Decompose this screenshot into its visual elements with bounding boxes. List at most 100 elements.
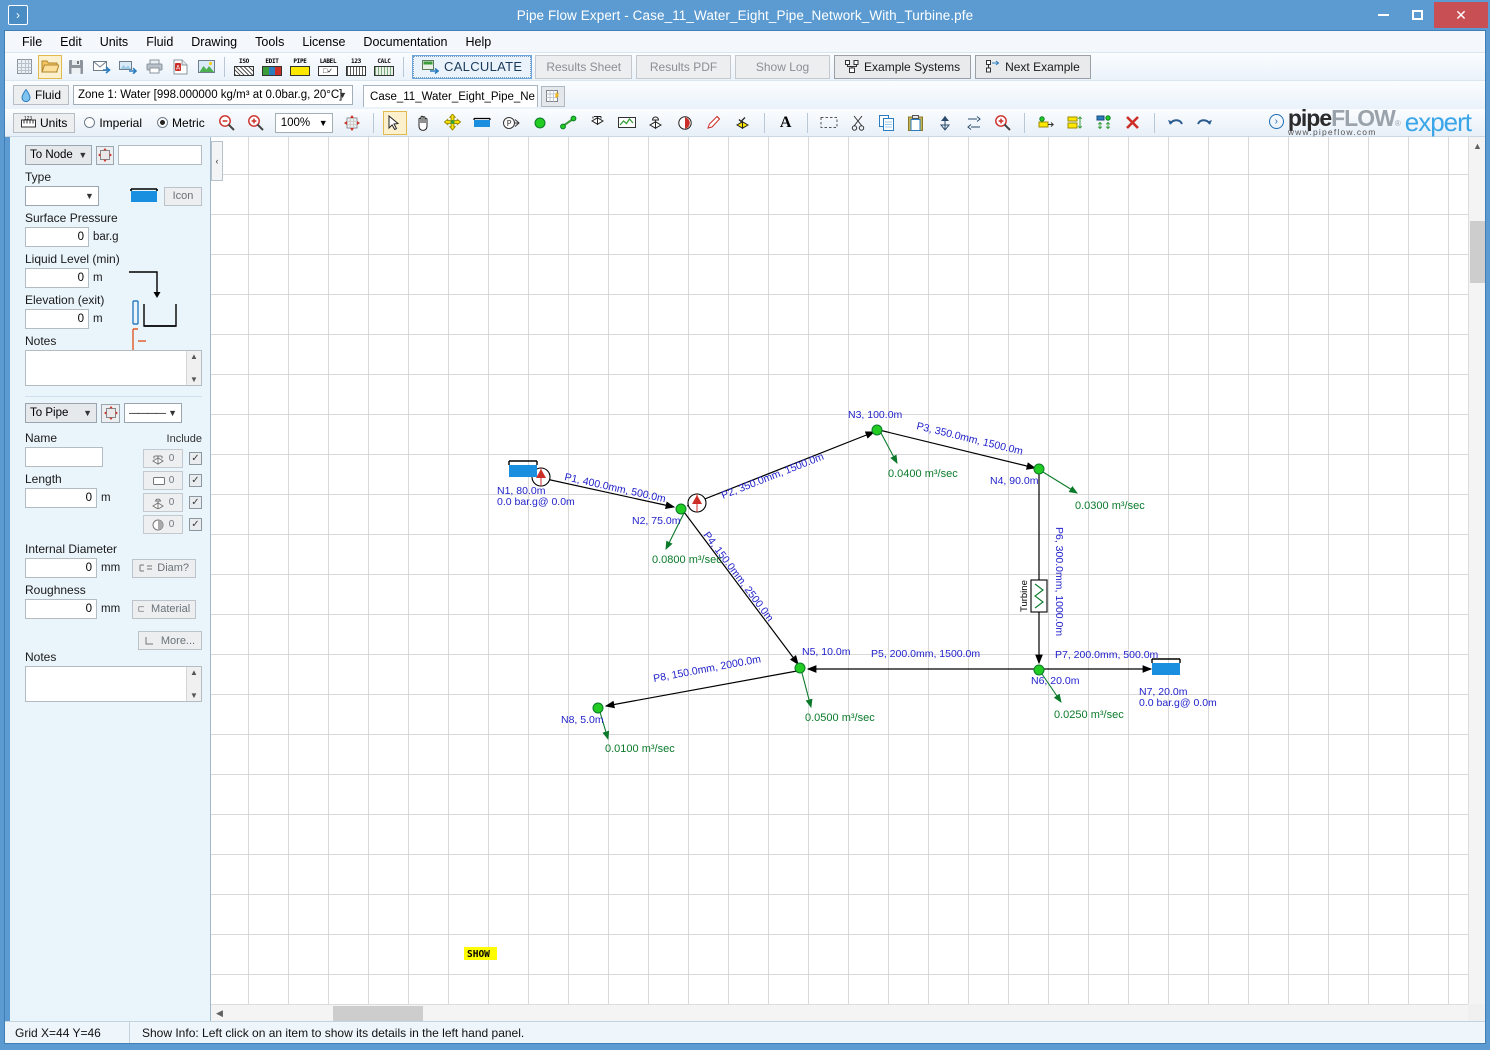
valve-icon[interactable]: [586, 111, 610, 135]
menu-edit[interactable]: Edit: [51, 32, 91, 52]
export-icon[interactable]: [116, 55, 140, 79]
valve-icon[interactable]: 0: [143, 493, 183, 512]
fitting-icon[interactable]: 0: [143, 449, 183, 468]
image-export-icon[interactable]: [194, 55, 218, 79]
pump-icon[interactable]: 0: [143, 515, 183, 534]
pipe-diameter-input[interactable]: 0: [25, 558, 97, 578]
node-type-select[interactable]: ▼: [25, 186, 99, 206]
zoom-region-icon[interactable]: [991, 111, 1015, 135]
new-document-icon[interactable]: [541, 86, 566, 107]
zoom-in-icon[interactable]: [244, 111, 268, 135]
node-N2[interactable]: [675, 503, 687, 515]
label-icon[interactable]: LABEL □✓: [315, 55, 341, 79]
node-N7-tank[interactable]: [1151, 658, 1181, 675]
pipe-line-style-select[interactable]: ———— ▼: [124, 403, 182, 423]
fluid-zone-select[interactable]: Zone 1: Water [998.000000 kg/m³ at 0.0ba…: [73, 85, 354, 105]
menu-documentation[interactable]: Documentation: [354, 32, 456, 52]
node-target-button[interactable]: [96, 145, 115, 165]
results-sheet-button[interactable]: Results Sheet: [535, 54, 633, 79]
move-icon[interactable]: [441, 111, 465, 135]
drawing-canvas[interactable]: Turbine N1, 80.0m 0.0 bar.g@ 0.0m N2, 75…: [211, 137, 1468, 1004]
print-icon[interactable]: [142, 55, 166, 79]
node-selector[interactable]: To Node ▼: [25, 145, 93, 165]
pump-icon[interactable]: [673, 111, 697, 135]
node-N5[interactable]: [794, 662, 806, 674]
align-left-icon[interactable]: [1034, 111, 1058, 135]
cut-icon[interactable]: [846, 111, 870, 135]
node-notes-scrollbar[interactable]: ▲ ▼: [186, 351, 201, 385]
menu-units[interactable]: Units: [91, 32, 137, 52]
valve-include-checkbox[interactable]: ✓: [189, 496, 202, 509]
zoom-level-select[interactable]: 100% ▼: [274, 112, 333, 133]
pipe-target-button[interactable]: [101, 403, 120, 423]
horizontal-scroll-thumb[interactable]: [333, 1006, 423, 1021]
pipe-icon[interactable]: PIPE: [287, 55, 313, 79]
show-log-button[interactable]: Show Log: [735, 54, 831, 79]
metric-radio[interactable]: Metric: [157, 116, 205, 130]
new-sheet-icon[interactable]: [12, 55, 36, 79]
iso-view-icon[interactable]: ISO: [231, 55, 257, 79]
menu-tools[interactable]: Tools: [246, 32, 293, 52]
calc-icon[interactable]: CALC: [371, 55, 397, 79]
redo-icon[interactable]: [1193, 111, 1217, 135]
pipe-selector[interactable]: To Pipe ▼: [25, 403, 97, 423]
units-button[interactable]: 123 Units: [13, 112, 76, 133]
email-icon[interactable]: [90, 55, 114, 79]
panel-collapse-button[interactable]: ‹: [211, 141, 223, 181]
surface-pressure-input[interactable]: 0: [25, 227, 89, 247]
delete-icon[interactable]: [1121, 111, 1145, 135]
pipe-name-input[interactable]: [25, 447, 103, 467]
text-icon[interactable]: A: [774, 111, 798, 135]
minimize-button[interactable]: [1366, 3, 1400, 27]
menu-help[interactable]: Help: [457, 32, 501, 52]
pump-symbol-P2[interactable]: [687, 493, 707, 513]
fluid-button[interactable]: Fluid: [13, 85, 70, 105]
vertical-scroll-thumb[interactable]: [1470, 221, 1485, 283]
node-notes-input[interactable]: ▲ ▼: [25, 350, 202, 386]
turbine-symbol[interactable]: Turbine: [1019, 579, 1048, 613]
pdf-icon[interactable]: A: [168, 55, 192, 79]
node-name-input[interactable]: [118, 145, 203, 165]
menu-file[interactable]: File: [13, 32, 51, 52]
check-valve-icon[interactable]: [731, 111, 755, 135]
chart-icon[interactable]: [615, 111, 639, 135]
menu-license[interactable]: License: [293, 32, 354, 52]
menu-drawing[interactable]: Drawing: [182, 32, 246, 52]
document-tab[interactable]: Case_11_Water_Eight_Pipe_Ne ✕: [363, 85, 539, 107]
node-N1-tank[interactable]: [508, 460, 538, 477]
node-N3[interactable]: [871, 424, 883, 436]
calculate-button[interactable]: CALCULATE: [411, 54, 533, 79]
pump-include-checkbox[interactable]: ✓: [189, 518, 202, 531]
pan-hand-icon[interactable]: [412, 111, 436, 135]
node-icon[interactable]: [528, 111, 552, 135]
edit-grid-icon[interactable]: EDIT: [259, 55, 285, 79]
copy-icon[interactable]: [875, 111, 899, 135]
show-marker[interactable]: SHOW: [464, 947, 497, 960]
pipe-length-input[interactable]: 0: [25, 488, 97, 508]
pipe-roughness-input[interactable]: 0: [25, 599, 97, 619]
node-N4[interactable]: [1033, 463, 1045, 475]
distribute-icon[interactable]: [1092, 111, 1116, 135]
imperial-radio[interactable]: Imperial: [84, 116, 142, 130]
ruler-icon[interactable]: 123: [343, 55, 369, 79]
diameter-lookup-button[interactable]: Diam?: [132, 558, 197, 578]
material-button[interactable]: Material: [132, 599, 197, 619]
next-example-button[interactable]: Next Example: [975, 54, 1091, 79]
undo-icon[interactable]: [1164, 111, 1188, 135]
flip-vertical-icon[interactable]: [933, 111, 957, 135]
flip-horizontal-icon[interactable]: [962, 111, 986, 135]
pipe-notes-scrollbar[interactable]: ▲ ▼: [186, 667, 201, 701]
pipe-segment-icon[interactable]: [557, 111, 581, 135]
canvas-horizontal-scrollbar[interactable]: ◀: [211, 1004, 1468, 1021]
scroll-left-icon[interactable]: ◀: [211, 1005, 228, 1021]
close-button[interactable]: ✕: [1434, 2, 1488, 28]
pencil-icon[interactable]: [702, 111, 726, 135]
select-arrow-icon[interactable]: [382, 110, 407, 135]
node-N8[interactable]: [592, 702, 604, 714]
tank-icon[interactable]: [470, 111, 494, 135]
icon-button[interactable]: Icon: [164, 186, 202, 206]
node-N6[interactable]: [1033, 664, 1045, 676]
maximize-button[interactable]: [1400, 3, 1434, 27]
marquee-select-icon[interactable]: [817, 111, 841, 135]
pump-curve-icon[interactable]: P: [499, 111, 523, 135]
